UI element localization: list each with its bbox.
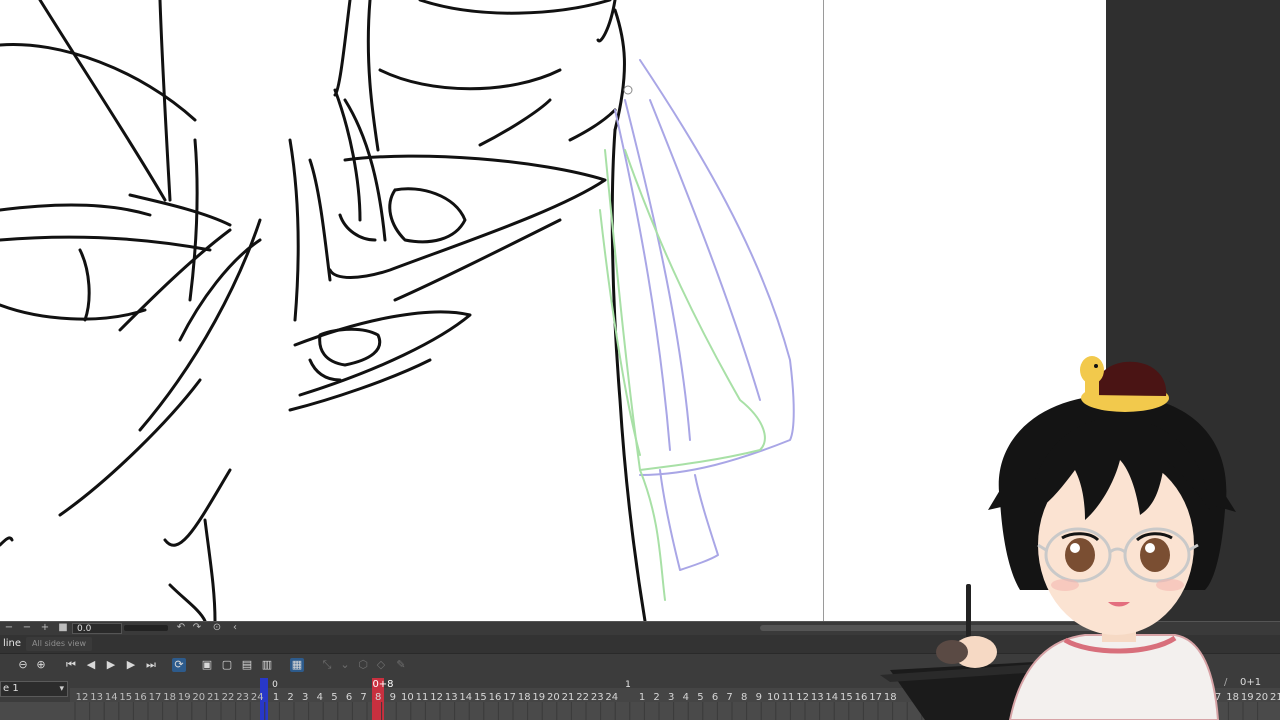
frame-number: 13 bbox=[445, 692, 458, 703]
loop-icon[interactable]: ⟳ bbox=[172, 658, 186, 672]
frame-number: 2 bbox=[653, 692, 659, 703]
frame-number: 10 bbox=[401, 692, 414, 703]
tab-timeline[interactable]: line bbox=[0, 637, 24, 651]
zoom-in-small-icon[interactable]: + bbox=[40, 623, 50, 633]
frame-number: 7 bbox=[360, 692, 366, 703]
frame-number: 3 bbox=[302, 692, 308, 703]
frame-number: 11 bbox=[416, 692, 429, 703]
frame-number: 8 bbox=[741, 692, 747, 703]
frame-number: 19 bbox=[178, 692, 191, 703]
frame-number: 20 bbox=[547, 692, 560, 703]
frame-number: 17 bbox=[149, 692, 162, 703]
frame-number: 22 bbox=[222, 692, 235, 703]
frame-number: 11 bbox=[782, 692, 795, 703]
frame-number: 9 bbox=[390, 692, 396, 703]
frame-number: 14 bbox=[459, 692, 472, 703]
frame-number: 18 bbox=[518, 692, 531, 703]
play-icon[interactable]: ▶ bbox=[104, 658, 118, 672]
timeline-select-value: e 1 bbox=[3, 683, 19, 694]
frame-number: 5 bbox=[697, 692, 703, 703]
prev-frame-icon[interactable]: ◀ bbox=[84, 658, 98, 672]
reset-rotation-icon[interactable]: ⊙ bbox=[212, 623, 222, 633]
onion-skin-icon[interactable]: ▢ bbox=[220, 658, 234, 672]
frame-number: 19 bbox=[532, 692, 545, 703]
frame-number: 16 bbox=[489, 692, 502, 703]
chevron-down-icon[interactable]: ⌄ bbox=[338, 658, 352, 672]
frame-number: 7 bbox=[726, 692, 732, 703]
frame-number: 4 bbox=[683, 692, 689, 703]
zoom-slider[interactable] bbox=[124, 625, 168, 631]
frame-number: 17 bbox=[503, 692, 516, 703]
frame-number: 6 bbox=[712, 692, 718, 703]
last-frame-icon[interactable]: ⏭ bbox=[144, 658, 158, 672]
frame-number: 8 bbox=[375, 692, 381, 703]
copy-cel-icon[interactable]: ▥ bbox=[260, 658, 274, 672]
zoom-out-icon[interactable]: ⊖ bbox=[16, 658, 30, 672]
pen-hand bbox=[936, 584, 997, 668]
frame-number: 5 bbox=[331, 692, 337, 703]
playhead-label: 0+8 bbox=[372, 679, 393, 690]
frame-number: 13 bbox=[811, 692, 824, 703]
frame-number: 15 bbox=[119, 692, 132, 703]
fit-icon[interactable]: ■ bbox=[58, 623, 68, 633]
frame-number: 10 bbox=[767, 692, 780, 703]
keyframe-icon[interactable]: ◇ bbox=[374, 658, 388, 672]
minus-icon[interactable]: − bbox=[4, 623, 14, 633]
frame-number: 9 bbox=[756, 692, 762, 703]
tab-all-sides-view[interactable]: All sides view bbox=[26, 637, 92, 651]
timeline-select[interactable]: e 1 ▾ bbox=[0, 681, 68, 697]
range-start-label: 0 bbox=[272, 680, 278, 690]
frame-number: 12 bbox=[796, 692, 809, 703]
frame-number: 15 bbox=[840, 692, 853, 703]
light-table-icon[interactable]: ▦ bbox=[290, 658, 304, 672]
frame-number: 23 bbox=[236, 692, 249, 703]
canvas-border bbox=[823, 0, 824, 621]
rotate-right-icon[interactable]: ↷ bbox=[192, 623, 202, 633]
frame-number: 14 bbox=[825, 692, 838, 703]
frame-number: 13 bbox=[90, 692, 103, 703]
frame-number: 1 bbox=[639, 692, 645, 703]
frame-number: 12 bbox=[430, 692, 443, 703]
frame-number: 2 bbox=[287, 692, 293, 703]
frame-number: 4 bbox=[317, 692, 323, 703]
camera-icon[interactable]: ⬡ bbox=[356, 658, 370, 672]
frame-number: 12 bbox=[76, 692, 89, 703]
next-frame-icon[interactable]: ▶ bbox=[124, 658, 138, 672]
section-marker-label: 1 bbox=[625, 680, 631, 690]
frame-number: 24 bbox=[605, 692, 618, 703]
pen-icon[interactable]: ✎ bbox=[394, 658, 408, 672]
rotate-left-icon[interactable]: ↶ bbox=[176, 623, 186, 633]
frame-number: 15 bbox=[474, 692, 487, 703]
first-frame-icon[interactable]: ⏮ bbox=[64, 658, 78, 672]
cel-settings-icon[interactable]: ▤ bbox=[240, 658, 254, 672]
frame-number: 6 bbox=[346, 692, 352, 703]
frame-number: 3 bbox=[668, 692, 674, 703]
vtuber-avatar bbox=[880, 356, 1236, 720]
frame-number: 14 bbox=[105, 692, 118, 703]
turtle-mascot bbox=[1080, 356, 1169, 412]
frame-number: 16 bbox=[855, 692, 868, 703]
new-cel-icon[interactable]: ▣ bbox=[200, 658, 214, 672]
frame-number: 16 bbox=[134, 692, 147, 703]
specify-cel-icon[interactable]: ⤡ bbox=[320, 658, 334, 672]
frame-number: 1 bbox=[273, 692, 279, 703]
zoom-field[interactable]: 0.0 bbox=[72, 623, 122, 634]
zoom-in-icon[interactable]: ⊕ bbox=[34, 658, 48, 672]
frame-number: 23 bbox=[591, 692, 604, 703]
frame-number: 21 bbox=[562, 692, 575, 703]
frame-number: 24 bbox=[251, 692, 264, 703]
frame-number: 21 bbox=[207, 692, 220, 703]
chevron-down-icon: ▾ bbox=[59, 684, 64, 694]
frame-number: 18 bbox=[163, 692, 176, 703]
frame-number: 22 bbox=[576, 692, 589, 703]
frame-number: 20 bbox=[192, 692, 205, 703]
flip-icon[interactable]: ‹ bbox=[230, 623, 240, 633]
zoom-out-small-icon[interactable]: − bbox=[22, 623, 32, 633]
